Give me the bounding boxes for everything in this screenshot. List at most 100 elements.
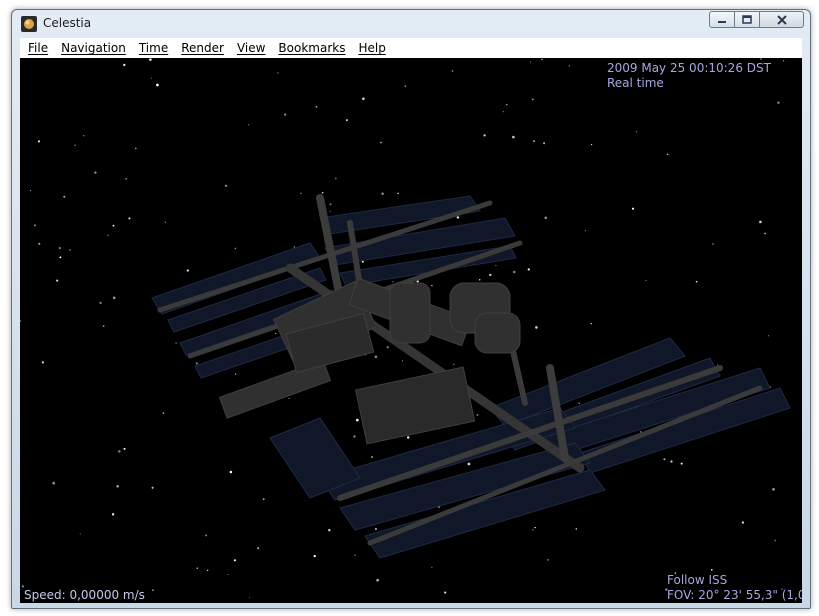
star <box>783 60 785 62</box>
star <box>164 221 166 223</box>
star <box>345 119 348 122</box>
star <box>401 360 404 362</box>
star <box>631 207 635 210</box>
star <box>262 498 265 501</box>
star <box>112 296 116 300</box>
space-view-canvas[interactable]: 2009 May 25 00:10:26 DST Real time Speed… <box>20 58 802 603</box>
minimize-icon <box>718 20 726 23</box>
star <box>247 124 250 126</box>
star <box>196 567 199 570</box>
star <box>680 462 683 465</box>
title-bar[interactable]: Celestia <box>12 10 810 37</box>
star <box>590 322 593 325</box>
star <box>353 435 356 438</box>
menu-render[interactable]: Render <box>181 41 224 55</box>
star <box>371 456 373 458</box>
star <box>123 447 126 450</box>
star <box>118 450 121 453</box>
star <box>759 220 762 224</box>
star <box>275 333 277 335</box>
star <box>575 528 578 530</box>
star <box>257 547 260 550</box>
menu-time[interactable]: Time <box>139 41 168 55</box>
hud-speed: Speed: 0,00000 m/s <box>24 588 145 602</box>
caption-buttons <box>709 11 804 28</box>
star <box>544 216 547 220</box>
star <box>94 171 97 174</box>
star <box>83 135 85 137</box>
restore-icon <box>742 15 752 24</box>
star <box>578 402 580 404</box>
star <box>186 269 189 272</box>
star <box>404 85 407 87</box>
star <box>293 246 295 248</box>
star <box>431 284 433 287</box>
iss-modules <box>218 277 521 445</box>
star <box>52 481 56 485</box>
star <box>397 192 399 195</box>
star <box>712 243 714 245</box>
star <box>495 264 497 267</box>
star <box>195 362 198 365</box>
star <box>767 335 769 337</box>
close-icon <box>776 14 787 25</box>
star <box>234 247 237 250</box>
star <box>444 591 447 594</box>
star <box>670 460 673 463</box>
star <box>74 144 76 146</box>
menu-help[interactable]: Help <box>358 41 385 55</box>
star <box>534 526 536 529</box>
restore-button[interactable] <box>735 11 760 28</box>
star <box>162 412 165 414</box>
star <box>288 397 290 399</box>
star <box>710 569 713 571</box>
star <box>58 247 61 249</box>
star <box>376 578 379 582</box>
star <box>535 326 538 329</box>
star <box>716 364 718 366</box>
star <box>125 177 128 180</box>
menu-view[interactable]: View <box>237 41 265 55</box>
star <box>29 189 32 192</box>
minimize-button[interactable] <box>709 11 735 28</box>
close-button[interactable] <box>760 11 804 28</box>
star <box>456 216 460 219</box>
celestia-window: Celestia File Navigation Time Render Vie… <box>11 9 811 609</box>
menu-bar: File Navigation Time Render View Bookmar… <box>20 38 802 59</box>
star <box>451 70 454 72</box>
star <box>33 224 37 227</box>
star <box>772 487 775 491</box>
star <box>107 234 109 236</box>
hud-time-mode: Real time <box>607 76 664 90</box>
menu-navigation[interactable]: Navigation <box>61 41 126 55</box>
star <box>760 58 762 60</box>
star <box>663 458 666 461</box>
star <box>41 361 45 364</box>
star <box>59 256 62 259</box>
star <box>300 192 302 195</box>
star <box>532 529 534 531</box>
star <box>354 554 356 556</box>
menu-bookmarks[interactable]: Bookmarks <box>278 41 345 55</box>
star <box>584 230 586 232</box>
star <box>362 97 365 101</box>
star <box>590 143 593 146</box>
star <box>645 279 647 282</box>
star <box>329 203 332 206</box>
window-title: Celestia <box>43 16 92 30</box>
star <box>640 431 642 433</box>
celestia-app-icon <box>21 16 37 32</box>
star <box>128 217 131 220</box>
star <box>315 105 318 108</box>
menu-file[interactable]: File <box>28 41 48 55</box>
star <box>355 418 359 422</box>
star <box>334 177 337 180</box>
star <box>476 413 479 416</box>
star <box>392 281 394 283</box>
star <box>151 486 154 489</box>
star <box>102 325 105 327</box>
star <box>313 554 316 558</box>
star <box>249 596 251 598</box>
star <box>777 101 780 105</box>
star <box>63 195 66 198</box>
